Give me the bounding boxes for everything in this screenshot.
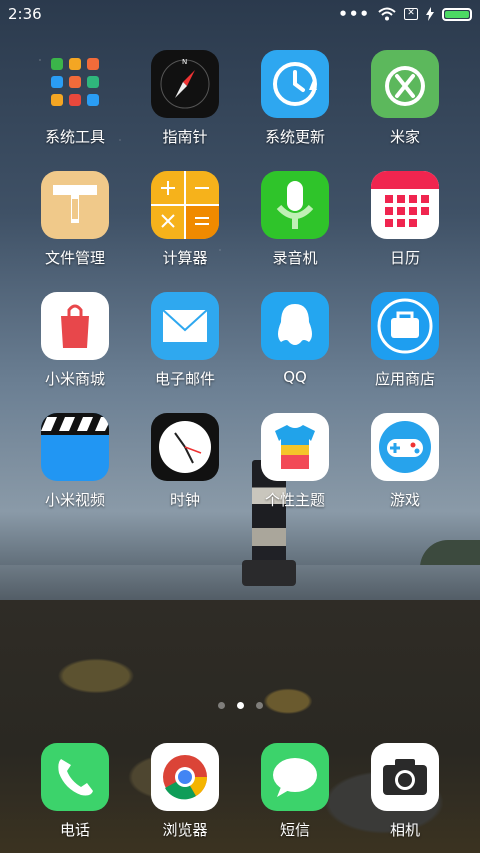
charging-icon bbox=[426, 7, 434, 21]
app-browser[interactable]: 浏览器 bbox=[130, 743, 240, 840]
page-dot[interactable] bbox=[217, 702, 225, 709]
tools-folder-icon bbox=[41, 50, 109, 118]
app-label: 短信 bbox=[279, 821, 310, 839]
qq-penguin-icon bbox=[261, 292, 329, 360]
app-phone[interactable]: 电话 bbox=[20, 743, 130, 840]
update-icon bbox=[261, 50, 329, 118]
app-label: 文件管理 bbox=[44, 249, 105, 267]
clock-icon bbox=[151, 413, 219, 481]
shopping-bag-icon bbox=[41, 292, 109, 360]
app-file-manager[interactable]: 文件管理 bbox=[20, 171, 130, 268]
tshirt-icon bbox=[261, 413, 329, 481]
app-label: 时钟 bbox=[169, 491, 200, 509]
app-label: 指南针 bbox=[162, 128, 208, 146]
svg-text:N: N bbox=[182, 58, 187, 66]
page-dot[interactable] bbox=[255, 702, 263, 709]
app-label: 计算器 bbox=[162, 249, 208, 267]
app-messages[interactable]: 短信 bbox=[240, 743, 350, 840]
app-themes[interactable]: 个性主题 bbox=[240, 413, 350, 510]
wifi-icon bbox=[378, 7, 396, 21]
phone-icon bbox=[41, 743, 109, 811]
app-label: 相机 bbox=[389, 821, 420, 839]
gamepad-icon bbox=[371, 413, 439, 481]
app-system-tools[interactable]: 系统工具 bbox=[20, 50, 130, 147]
app-label: 小米视频 bbox=[44, 491, 105, 509]
app-games[interactable]: 游戏 bbox=[350, 413, 460, 510]
page-indicator bbox=[0, 702, 480, 709]
app-label: 米家 bbox=[389, 128, 420, 146]
calendar-icon bbox=[371, 171, 439, 239]
app-system-update[interactable]: 系统更新 bbox=[240, 50, 350, 147]
app-calculator[interactable]: 计算器 bbox=[130, 171, 240, 268]
app-label: 日历 bbox=[389, 249, 420, 267]
app-store-icon bbox=[371, 292, 439, 360]
battery-icon bbox=[442, 7, 472, 21]
status-time: 2:36 bbox=[8, 5, 42, 23]
app-clock[interactable]: 时钟 bbox=[130, 413, 240, 510]
app-label: 应用商店 bbox=[374, 370, 435, 388]
camera-icon bbox=[371, 743, 439, 811]
app-recorder[interactable]: 录音机 bbox=[240, 171, 350, 268]
app-label: 游戏 bbox=[389, 491, 420, 509]
app-app-store[interactable]: 应用商店 bbox=[350, 292, 460, 389]
app-label: 电话 bbox=[59, 821, 90, 839]
dock: 电话 浏览器 短信 相机 bbox=[20, 743, 460, 840]
app-mijia[interactable]: 米家 bbox=[350, 50, 460, 147]
envelope-icon bbox=[151, 292, 219, 360]
calculator-icon bbox=[151, 171, 219, 239]
app-mi-video[interactable]: 小米视频 bbox=[20, 413, 130, 510]
message-bubble-icon bbox=[261, 743, 329, 811]
no-sim-icon: ✕ bbox=[404, 8, 418, 20]
app-email[interactable]: 电子邮件 bbox=[130, 292, 240, 389]
status-bar: 2:36 ••• ✕ bbox=[0, 0, 480, 28]
clapperboard-icon bbox=[41, 413, 109, 481]
more-indicator: ••• bbox=[338, 5, 370, 23]
app-grid: 系统工具 N 指南针 系统更新 米家 文件管理 计算器 录音机 日历 小米商城 … bbox=[20, 50, 460, 510]
mijia-icon bbox=[371, 50, 439, 118]
app-label: 小米商城 bbox=[44, 370, 105, 388]
app-label: 电子邮件 bbox=[154, 370, 215, 388]
app-mi-store[interactable]: 小米商城 bbox=[20, 292, 130, 389]
file-manager-icon bbox=[41, 171, 109, 239]
app-label: 系统工具 bbox=[44, 128, 105, 146]
app-label: 个性主题 bbox=[264, 491, 325, 509]
app-label: 录音机 bbox=[272, 249, 318, 267]
chrome-icon bbox=[151, 743, 219, 811]
page-dot-active[interactable] bbox=[236, 702, 244, 709]
app-qq[interactable]: QQ bbox=[240, 292, 350, 389]
app-label: 浏览器 bbox=[162, 821, 208, 839]
app-label: 系统更新 bbox=[264, 128, 325, 146]
wallpaper-headland bbox=[420, 540, 480, 568]
microphone-icon bbox=[261, 171, 329, 239]
compass-icon: N bbox=[151, 50, 219, 118]
app-calendar[interactable]: 日历 bbox=[350, 171, 460, 268]
app-camera[interactable]: 相机 bbox=[350, 743, 460, 840]
app-label: QQ bbox=[283, 368, 307, 386]
app-compass[interactable]: N 指南针 bbox=[130, 50, 240, 147]
